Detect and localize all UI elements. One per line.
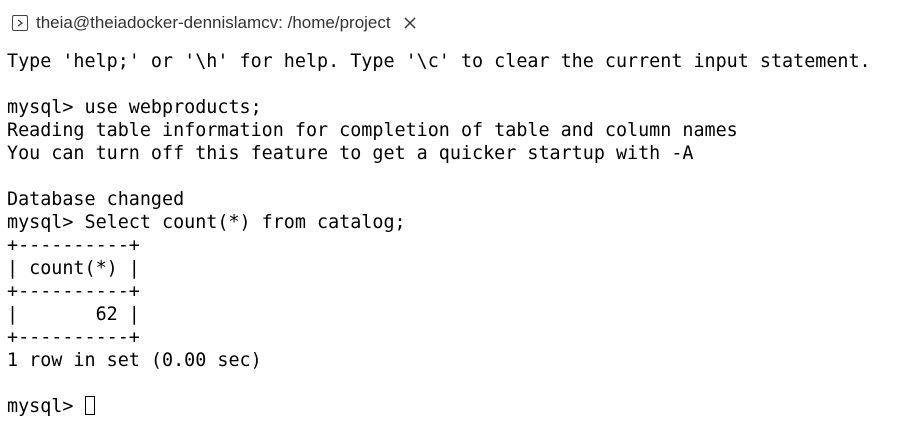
terminal-line: +----------+ xyxy=(7,327,140,348)
terminal-line: +----------+ xyxy=(7,235,140,256)
terminal-line: +----------+ xyxy=(7,281,140,302)
prompt-line[interactable]: mysql> xyxy=(7,395,922,418)
terminal-line: You can turn off this feature to get a q… xyxy=(7,143,694,164)
terminal-tab[interactable]: theia@theiadocker-dennislamcv: /home/pro… xyxy=(12,12,417,34)
terminal-line: 1 row in set (0.00 sec) xyxy=(7,350,262,371)
terminal-line: | count(*) | xyxy=(7,258,140,279)
terminal-line: mysql> Select count(*) from catalog; xyxy=(7,212,406,233)
terminal-line: Database changed xyxy=(7,189,185,210)
terminal-icon xyxy=(12,15,28,31)
text-cursor xyxy=(84,396,95,415)
terminal-line: mysql> use webproducts; xyxy=(7,97,262,118)
mysql-prompt: mysql> xyxy=(7,396,85,417)
terminal-line: | 62 | xyxy=(7,304,140,325)
terminal-output[interactable]: Type 'help;' or '\h' for help. Type '\c'… xyxy=(7,50,922,420)
tab-bar: theia@theiadocker-dennislamcv: /home/pro… xyxy=(0,0,924,44)
terminal-line: Type 'help;' or '\h' for help. Type '\c'… xyxy=(7,51,871,72)
terminal-line: Reading table information for completion… xyxy=(7,120,738,141)
tab-title: theia@theiadocker-dennislamcv: /home/pro… xyxy=(36,13,391,32)
close-icon[interactable] xyxy=(403,16,417,30)
